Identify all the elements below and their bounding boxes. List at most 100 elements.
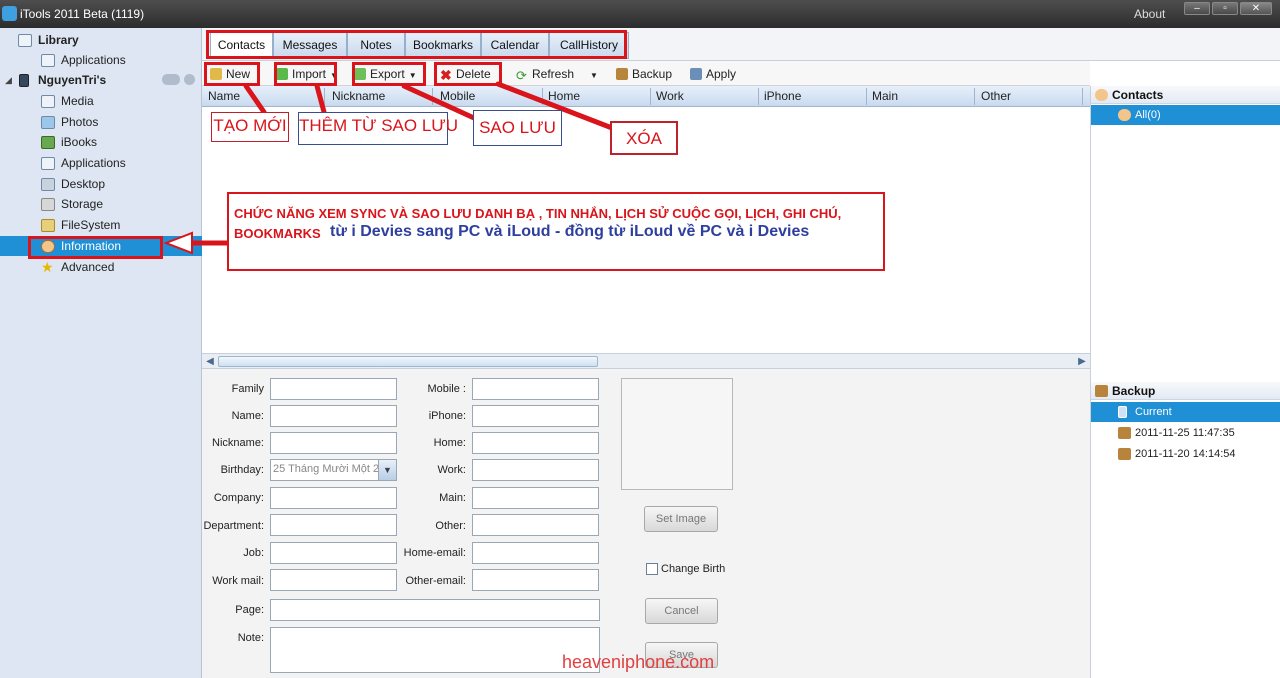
column-divider: [542, 88, 543, 105]
itools-logo-icon: [2, 6, 17, 21]
column-divider: [1082, 88, 1083, 105]
column-name[interactable]: Name: [208, 89, 240, 103]
window-title: iTools 2011 Beta (1119): [20, 7, 145, 21]
description-line-2: từ i Devies sang PC và iLoud - đồng từ i…: [330, 223, 810, 240]
sidebar-item-media[interactable]: Media: [0, 91, 202, 111]
column-other[interactable]: Other: [981, 89, 1011, 103]
right-panel: Contacts All(0) Backup Current 2011-11-2…: [1090, 86, 1280, 678]
set-image-button[interactable]: Set Image: [644, 506, 718, 532]
desktop-icon: [41, 178, 55, 191]
column-work[interactable]: Work: [656, 89, 684, 103]
information-highlight: [28, 236, 163, 259]
backup-box-icon: [1095, 385, 1108, 397]
column-divider: [974, 88, 975, 105]
annotation-description: CHỨC NĂNG XEM SYNC VÀ SAO LƯU DANH BẠ , …: [227, 192, 885, 271]
contacts-group-header: Contacts: [1091, 86, 1280, 104]
sidebar-item-library-applications[interactable]: Applications: [0, 50, 202, 70]
backup-box-icon: [1118, 427, 1131, 439]
annotation-create-new: TẠO MỚI: [211, 112, 289, 142]
import-highlight: [274, 62, 337, 86]
column-divider: [432, 88, 433, 105]
family-label: Family: [231, 383, 264, 395]
sidebar-item-advanced[interactable]: ★ Advanced: [0, 257, 202, 277]
scroll-right-icon[interactable]: ▶: [1075, 355, 1089, 368]
refresh-icon: ⟳: [516, 68, 527, 83]
page-field[interactable]: [270, 599, 600, 621]
column-mobile[interactable]: Mobile: [440, 89, 475, 103]
sidebar: Library Applications ◢ NguyenTri's Media…: [0, 28, 202, 678]
home-email-field[interactable]: [472, 542, 599, 564]
column-main[interactable]: Main: [872, 89, 898, 103]
main-label: Main:: [439, 492, 466, 504]
storage-icon: [41, 198, 55, 211]
about-link[interactable]: About: [1134, 7, 1165, 21]
sidebar-item-filesystem[interactable]: FileSystem: [0, 215, 202, 235]
column-nickname[interactable]: Nickname: [332, 89, 385, 103]
apply-device-icon: [690, 68, 702, 80]
cancel-button[interactable]: Cancel: [645, 598, 718, 624]
collapse-toggle-icon[interactable]: ◢: [5, 70, 12, 90]
folder-icon: [41, 219, 55, 232]
refresh-dropdown[interactable]: ▼: [586, 65, 598, 83]
scrollbar-thumb[interactable]: [218, 356, 598, 367]
annotation-backup: SAO LƯU: [473, 110, 562, 146]
contact-photo: [621, 378, 733, 490]
job-label: Job:: [243, 547, 264, 559]
sidebar-item-ibooks[interactable]: iBooks: [0, 132, 202, 152]
nickname-label: Nickname:: [212, 437, 264, 449]
other-email-field[interactable]: [472, 569, 599, 591]
delete-highlight: [434, 62, 502, 86]
note-textarea[interactable]: [270, 627, 600, 673]
backup-item-current[interactable]: Current: [1091, 402, 1280, 422]
export-highlight: [352, 62, 426, 86]
refresh-button[interactable]: ⟳ Refresh: [516, 65, 574, 83]
iphone-label: iPhone:: [428, 410, 466, 422]
sidebar-device[interactable]: ◢ NguyenTri's: [0, 70, 202, 90]
home-field[interactable]: [472, 432, 599, 454]
backup-item[interactable]: 2011-11-20 14:14:54: [1091, 444, 1280, 464]
mobile-field[interactable]: [472, 378, 599, 400]
iphone-device-icon: [1118, 406, 1127, 418]
photos-icon: [41, 116, 55, 129]
iphone-device-icon: [19, 74, 29, 87]
name-label: Name:: [231, 410, 264, 422]
apply-button[interactable]: Apply: [690, 65, 736, 83]
iphone-field[interactable]: [472, 405, 599, 427]
column-iphone[interactable]: iPhone: [764, 89, 801, 103]
backup-box-icon: [616, 68, 628, 80]
description-line-2-prefix: BOOKMARKS: [234, 226, 321, 241]
media-icon: [41, 95, 55, 108]
birthday-label: Birthday:: [220, 464, 264, 476]
sidebar-library[interactable]: Library: [0, 30, 202, 50]
applications-icon: [41, 157, 55, 170]
sidebar-item-applications[interactable]: Applications: [0, 153, 202, 173]
minimize-button[interactable]: –: [1184, 2, 1210, 15]
window-controls: – ▫ ✕: [1184, 2, 1272, 15]
main-field[interactable]: [472, 487, 599, 509]
other-label: Other:: [435, 520, 466, 532]
page-label: Page:: [235, 604, 264, 616]
other-email-label: Other-email:: [405, 575, 466, 587]
home-label: Home:: [433, 437, 466, 449]
title-bar: iTools 2011 Beta (1119) About – ▫ ✕: [0, 0, 1280, 28]
star-icon: ★: [41, 259, 54, 275]
sidebar-item-desktop[interactable]: Desktop: [0, 174, 202, 194]
annotation-delete: XÓA: [610, 121, 678, 155]
sidebar-item-storage[interactable]: Storage: [0, 194, 202, 214]
column-home[interactable]: Home: [548, 89, 580, 103]
horizontal-scrollbar[interactable]: ◀ ▶: [202, 353, 1090, 369]
maximize-button[interactable]: ▫: [1212, 2, 1238, 15]
tabs-highlight: [206, 30, 627, 59]
other-field[interactable]: [472, 514, 599, 536]
work-field[interactable]: [472, 459, 599, 481]
battery-icon: [162, 74, 180, 85]
backup-item[interactable]: 2011-11-25 11:47:35: [1091, 423, 1280, 443]
change-birth-checkbox[interactable]: [646, 563, 658, 575]
close-button[interactable]: ✕: [1240, 2, 1272, 15]
eject-icon[interactable]: [184, 74, 195, 85]
contacts-all-item[interactable]: All(0): [1091, 105, 1280, 125]
column-divider: [758, 88, 759, 105]
sidebar-item-photos[interactable]: Photos: [0, 112, 202, 132]
backup-button[interactable]: Backup: [616, 65, 672, 83]
scroll-left-icon[interactable]: ◀: [203, 355, 217, 368]
